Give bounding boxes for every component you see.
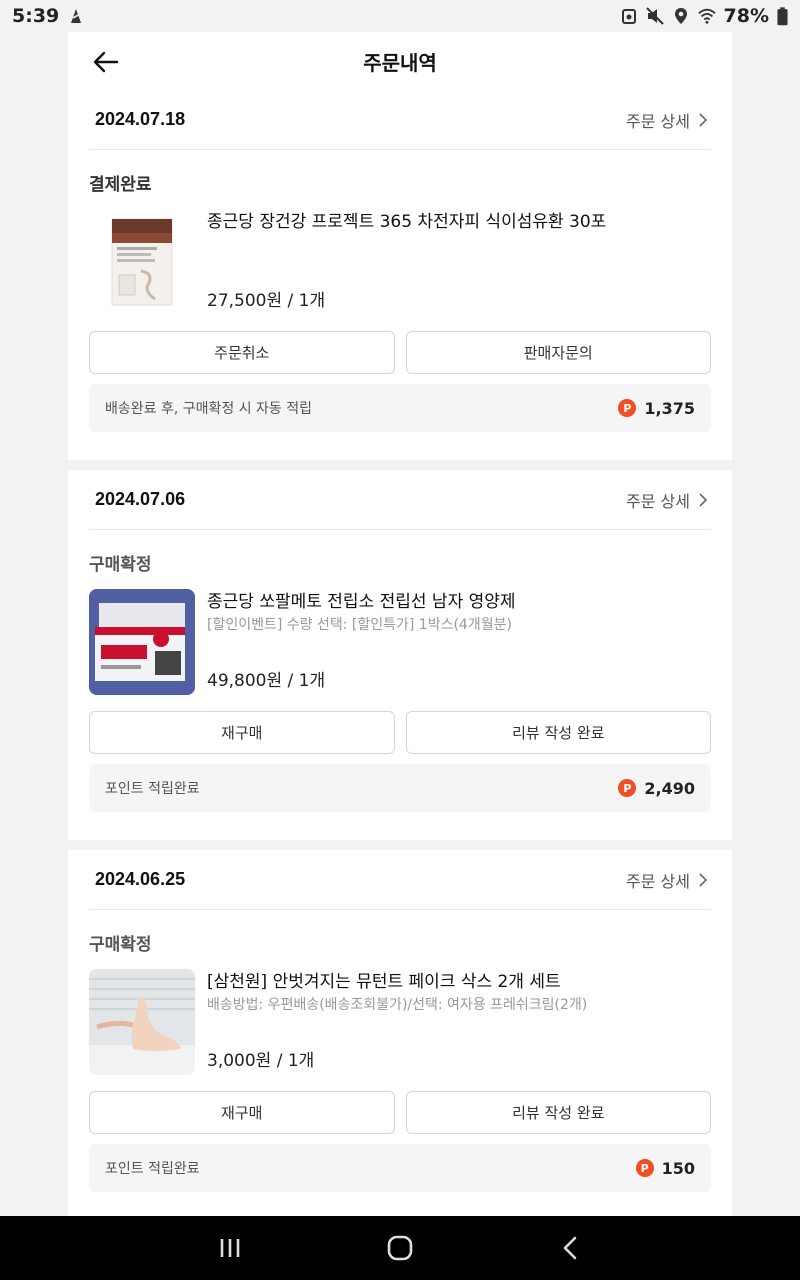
product-row[interactable]: [삼천원] 안벗겨지는 뮤턴트 페이크 삭스 2개 세트 배송방법: 우편배송(…: [89, 969, 711, 1075]
status-right: 78%: [620, 5, 788, 27]
page-title: 주문내역: [363, 51, 437, 75]
home-button[interactable]: [380, 1228, 420, 1268]
order-actions: 주문취소 판매자문의: [89, 331, 711, 374]
battery-icon: [777, 6, 788, 25]
order-detail-label: 주문 상세: [626, 491, 690, 511]
product-info: [삼천원] 안벗겨지는 뮤턴트 페이크 삭스 2개 세트 배송방법: 우편배송(…: [207, 969, 711, 1075]
location-icon: [674, 8, 687, 24]
product-price: 49,800원 / 1개: [207, 671, 326, 691]
recycle-icon: [621, 9, 636, 24]
back-nav-button[interactable]: [550, 1228, 590, 1268]
order-date: 2024.07.06: [95, 489, 186, 509]
reorder-button[interactable]: 재구매: [89, 1091, 395, 1134]
point-text: 배송완료 후, 구매확정 시 자동 적립: [105, 401, 313, 417]
point-info: 포인트 적립완료 P 150: [89, 1144, 711, 1192]
wifi-icon: [697, 8, 716, 24]
saw-palmetto-box-image[interactable]: [89, 589, 195, 695]
back-icon: [563, 1236, 577, 1260]
review-done-button[interactable]: 리뷰 작성 완료: [405, 711, 711, 754]
point-info: 배송완료 후, 구매확정 시 자동 적립 P 1,375: [89, 384, 711, 432]
order-history-page: 주문내역 2024.07.18 주문 상세 결제완료 종근당 장건강 프로젝트 …: [68, 32, 732, 1216]
product-name[interactable]: 종근당 쏘팔메토 전립소 전립선 남자 영양제: [207, 591, 711, 613]
product-option: 배송방법: 우편배송(배송조회불가)/선택: 여자용 프레쉬크림(2개): [207, 997, 588, 1013]
product-row[interactable]: 종근당 쏘팔메토 전립소 전립선 남자 영양제 [할인이벤트] 수량 선택: […: [89, 589, 711, 695]
reorder-button[interactable]: 재구매: [89, 711, 395, 754]
point-text: 포인트 적립완료: [105, 781, 200, 797]
fiber-supplement-box-image[interactable]: [89, 209, 195, 315]
page-header: 주문내역: [68, 32, 732, 90]
point-amount: 1,375: [644, 398, 695, 418]
cancel-order-button[interactable]: 주문취소: [89, 331, 395, 374]
recent-apps-button[interactable]: [210, 1228, 250, 1268]
point-amount: 150: [661, 1158, 695, 1178]
review-done-button[interactable]: 리뷰 작성 완료: [405, 1091, 711, 1134]
point-value: P 150: [635, 1158, 695, 1178]
order-card: 2024.07.06 주문 상세 구매확정 종근당 쏘팔메토 전립소 전립선 남…: [68, 470, 732, 840]
order-card-header: 2024.06.25 주문 상세: [89, 850, 711, 910]
point-badge-icon: P: [635, 1159, 654, 1177]
product-name[interactable]: [삼천원] 안벗겨지는 뮤턴트 페이크 삭스 2개 세트: [207, 971, 711, 993]
order-card-header: 2024.07.06 주문 상세: [89, 470, 711, 530]
product-name[interactable]: 종근당 장건강 프로젝트 365 차전자피 식이섬유환 30포: [207, 211, 711, 233]
order-detail-link[interactable]: 주문 상세: [626, 868, 707, 892]
chevron-right-icon: [699, 872, 707, 887]
status-bar: 5:39 78%: [0, 0, 800, 32]
order-status: 구매확정: [89, 935, 152, 955]
chevron-right-icon: [699, 112, 707, 127]
point-value: P 2,490: [618, 779, 695, 798]
point-info: 포인트 적립완료 P 2,490: [89, 764, 711, 812]
notification-icon: [71, 9, 82, 23]
order-card-header: 2024.07.18 주문 상세: [89, 90, 711, 150]
order-detail-link[interactable]: 주문 상세: [626, 108, 707, 132]
point-badge-icon: P: [618, 779, 637, 797]
order-detail-label: 주문 상세: [626, 111, 690, 131]
order-card: 2024.07.18 주문 상세 결제완료 종근당 장건강 프로젝트 365 차…: [68, 90, 732, 460]
battery-percent: 78%: [723, 5, 769, 27]
product-info: 종근당 쏘팔메토 전립소 전립선 남자 영양제 [할인이벤트] 수량 선택: […: [207, 589, 711, 695]
order-card: 2024.06.25 주문 상세 구매확정 [삼천원] 안벗겨지는 뮤턴트 페이…: [68, 850, 732, 1216]
product-price: 27,500원 / 1개: [207, 291, 326, 311]
product-info: 종근당 장건강 프로젝트 365 차전자피 식이섬유환 30포 27,500원 …: [207, 209, 711, 315]
status-time: 5:39: [12, 5, 60, 27]
order-actions: 재구매 리뷰 작성 완료: [89, 711, 711, 754]
home-icon: [387, 1235, 413, 1261]
foot-sock-photo-image[interactable]: [89, 969, 195, 1075]
product-price: 3,000원 / 1개: [207, 1051, 315, 1071]
point-value: P 1,375: [618, 399, 695, 418]
mute-icon: [645, 7, 664, 25]
point-text: 포인트 적립완료: [105, 1161, 200, 1177]
order-date: 2024.06.25: [95, 869, 186, 889]
product-option: [할인이벤트] 수량 선택: [할인특가] 1박스(4개월분): [207, 617, 512, 633]
status-left: 5:39: [12, 5, 85, 27]
chevron-right-icon: [699, 492, 707, 507]
order-detail-label: 주문 상세: [626, 871, 690, 891]
order-date: 2024.07.18: [95, 109, 186, 129]
system-nav-bar: [0, 1216, 800, 1280]
point-badge-icon: P: [618, 399, 637, 417]
product-row[interactable]: 종근당 장건강 프로젝트 365 차전자피 식이섬유환 30포 27,500원 …: [89, 209, 711, 315]
recent-apps-icon: [220, 1239, 240, 1257]
order-detail-link[interactable]: 주문 상세: [626, 488, 707, 512]
order-status: 구매확정: [89, 555, 152, 575]
order-status: 결제완료: [89, 175, 152, 195]
contact-seller-button[interactable]: 판매자문의: [405, 331, 711, 374]
order-actions: 재구매 리뷰 작성 완료: [89, 1091, 711, 1134]
point-amount: 2,490: [644, 778, 695, 798]
